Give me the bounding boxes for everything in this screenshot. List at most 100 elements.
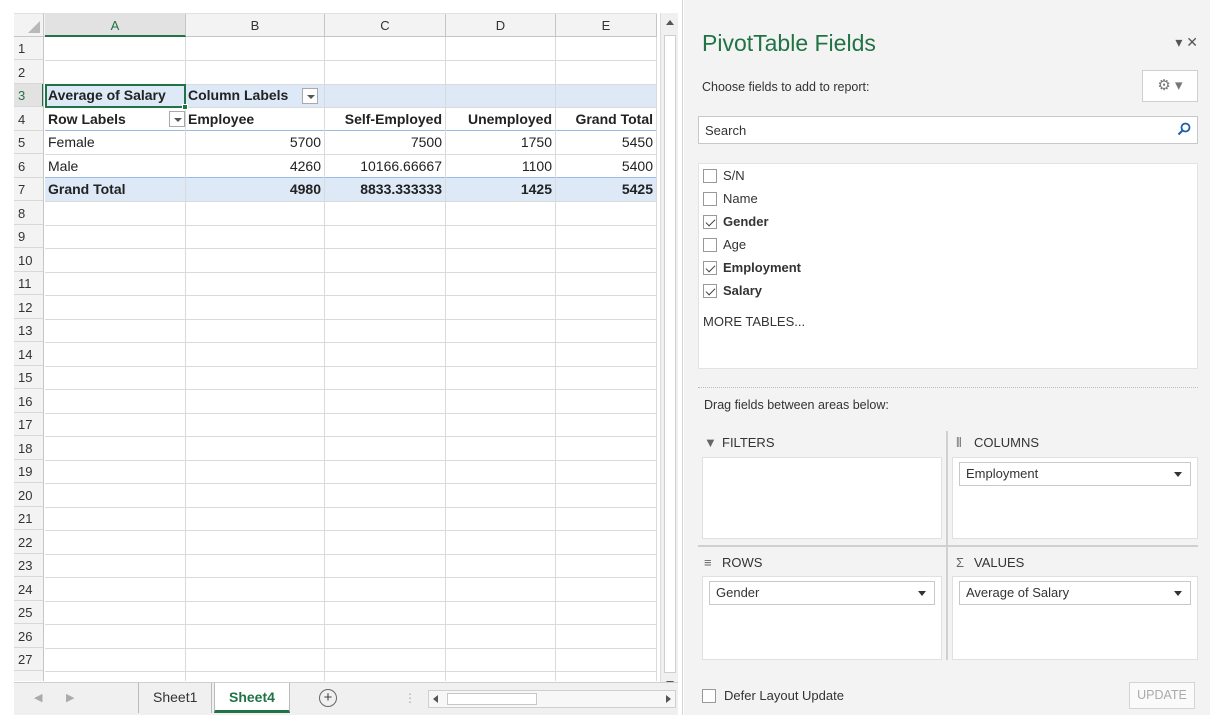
search-icon[interactable] bbox=[1177, 122, 1191, 136]
add-sheet-button[interactable]: + bbox=[319, 689, 337, 707]
tab-sheet1[interactable]: Sheet1 bbox=[138, 683, 213, 713]
row-header[interactable]: 11 bbox=[14, 272, 43, 295]
cell-d5[interactable]: 1750 bbox=[445, 131, 555, 153]
cell-a4[interactable]: Row Labels bbox=[45, 108, 169, 130]
column-header-e[interactable]: E bbox=[556, 14, 657, 37]
cell-a6[interactable]: Male bbox=[45, 155, 185, 177]
columns-drop-area[interactable]: Employment bbox=[952, 457, 1198, 539]
cell-a5[interactable]: Female bbox=[45, 131, 185, 153]
field-item-employment[interactable]: Employment bbox=[703, 258, 801, 278]
row-header[interactable]: 10 bbox=[14, 249, 43, 272]
row-header[interactable]: 14 bbox=[14, 343, 43, 366]
horizontal-scrollbar[interactable] bbox=[428, 690, 676, 708]
cell-c7[interactable]: 8833.333333 bbox=[324, 178, 445, 200]
column-header-b[interactable]: B bbox=[186, 14, 325, 37]
vertical-scrollbar[interactable] bbox=[660, 13, 678, 696]
row-header[interactable]: 4 bbox=[14, 108, 43, 131]
cell-e4[interactable]: Grand Total bbox=[555, 108, 656, 130]
cell-b6[interactable]: 4260 bbox=[185, 155, 324, 177]
cell-b7[interactable]: 4980 bbox=[185, 178, 324, 200]
field-checkbox-salary[interactable] bbox=[703, 284, 717, 298]
pane-splitter[interactable] bbox=[698, 387, 1198, 388]
columns-field-employment[interactable]: Employment bbox=[959, 462, 1191, 486]
cell-e5[interactable]: 5450 bbox=[555, 131, 656, 153]
row-header[interactable]: 23 bbox=[14, 554, 43, 577]
filters-drop-area[interactable] bbox=[702, 457, 942, 539]
select-all-corner[interactable] bbox=[14, 13, 44, 37]
tab-scroll-left-icon[interactable]: ◀ bbox=[34, 691, 42, 704]
defer-layout-update[interactable]: Defer Layout Update bbox=[702, 686, 844, 706]
row-header[interactable]: 2 bbox=[14, 61, 43, 84]
cell-c5[interactable]: 7500 bbox=[324, 131, 445, 153]
update-button[interactable]: UPDATE bbox=[1129, 682, 1195, 709]
field-item-salary[interactable]: Salary bbox=[703, 281, 762, 301]
field-item-age[interactable]: Age bbox=[703, 235, 746, 255]
scroll-up-icon[interactable] bbox=[664, 16, 676, 30]
values-field-average-salary[interactable]: Average of Salary bbox=[959, 581, 1191, 605]
tab-sheet4[interactable]: Sheet4 bbox=[214, 683, 290, 713]
field-item-name[interactable]: Name bbox=[703, 189, 758, 209]
field-item-gender[interactable]: Gender bbox=[703, 212, 769, 232]
column-header-d[interactable]: D bbox=[446, 14, 556, 37]
cell-e7[interactable]: 5425 bbox=[555, 178, 656, 200]
row-header[interactable]: 8 bbox=[14, 202, 43, 225]
row-header[interactable]: 7 bbox=[14, 178, 43, 201]
row-header[interactable]: 18 bbox=[14, 437, 43, 460]
row-header[interactable]: 17 bbox=[14, 413, 43, 436]
cell-e6[interactable]: 5400 bbox=[555, 155, 656, 177]
row-header[interactable]: 9 bbox=[14, 225, 43, 248]
row-header[interactable]: 20 bbox=[14, 484, 43, 507]
cell-b3[interactable]: Column Labels bbox=[185, 84, 305, 106]
column-header-a[interactable]: A bbox=[45, 14, 186, 37]
cell-c4[interactable]: Self-Employed bbox=[324, 108, 445, 130]
row-header[interactable]: 21 bbox=[14, 507, 43, 530]
field-checkbox-name[interactable] bbox=[703, 192, 717, 206]
row-header[interactable]: 24 bbox=[14, 578, 43, 601]
defer-layout-checkbox[interactable] bbox=[702, 689, 716, 703]
row-header[interactable]: 12 bbox=[14, 296, 43, 319]
row-header[interactable]: 1 bbox=[14, 37, 43, 60]
column-labels-filter-button[interactable] bbox=[302, 88, 318, 104]
more-tables-link[interactable]: MORE TABLES... bbox=[703, 314, 805, 329]
cell-a7[interactable]: Grand Total bbox=[45, 178, 185, 200]
field-checkbox-employment[interactable] bbox=[703, 261, 717, 275]
column-header-c[interactable]: C bbox=[325, 14, 446, 37]
row-header[interactable]: 13 bbox=[14, 319, 43, 342]
row-header[interactable]: 3 bbox=[14, 84, 43, 107]
field-checkbox-gender[interactable] bbox=[703, 215, 717, 229]
cell-b5[interactable]: 5700 bbox=[185, 131, 324, 153]
values-drop-area[interactable]: Average of Salary bbox=[952, 576, 1198, 660]
horizontal-scroll-thumb[interactable] bbox=[447, 693, 537, 705]
scroll-right-icon[interactable] bbox=[661, 691, 675, 707]
field-item-sn[interactable]: S/N bbox=[703, 166, 745, 186]
row-header[interactable]: 27 bbox=[14, 648, 43, 671]
row-header[interactable]: 6 bbox=[14, 155, 43, 178]
row-header[interactable]: 5 bbox=[14, 131, 43, 154]
vertical-scroll-thumb[interactable] bbox=[664, 35, 676, 673]
field-checkbox-age[interactable] bbox=[703, 238, 717, 252]
field-search-box[interactable] bbox=[698, 116, 1198, 144]
row-header[interactable]: 26 bbox=[14, 625, 43, 648]
cell-c6[interactable]: 10166.66667 bbox=[324, 155, 445, 177]
cell-d7[interactable]: 1425 bbox=[445, 178, 555, 200]
fill-handle[interactable] bbox=[182, 104, 188, 110]
row-header[interactable]: 25 bbox=[14, 601, 43, 624]
cell-grid[interactable]: Average of Salary Column Labels Row Labe… bbox=[45, 37, 657, 681]
rows-field-gender[interactable]: Gender bbox=[709, 581, 935, 605]
row-header[interactable]: 22 bbox=[14, 531, 43, 554]
row-header[interactable]: 19 bbox=[14, 460, 43, 483]
field-checkbox-sn[interactable] bbox=[703, 169, 717, 183]
row-labels-filter-button[interactable] bbox=[169, 111, 185, 127]
row-header[interactable]: 16 bbox=[14, 390, 43, 413]
row-header[interactable]: 15 bbox=[14, 366, 43, 389]
scroll-left-icon[interactable] bbox=[429, 691, 443, 707]
cell-d4[interactable]: Unemployed bbox=[445, 108, 555, 130]
rows-drop-area[interactable]: Gender bbox=[702, 576, 942, 660]
tab-scroll-right-icon[interactable]: ▶ bbox=[66, 691, 74, 704]
tab-splitter-icon[interactable]: ⋮ bbox=[404, 691, 416, 705]
tools-gear-button[interactable]: ⚙ ▾ bbox=[1142, 70, 1198, 102]
cell-d6[interactable]: 1100 bbox=[445, 155, 555, 177]
cell-b4[interactable]: Employee bbox=[185, 108, 324, 130]
pane-close-controls[interactable]: ▾ ✕ bbox=[1175, 34, 1198, 51]
search-input[interactable] bbox=[699, 117, 1159, 143]
